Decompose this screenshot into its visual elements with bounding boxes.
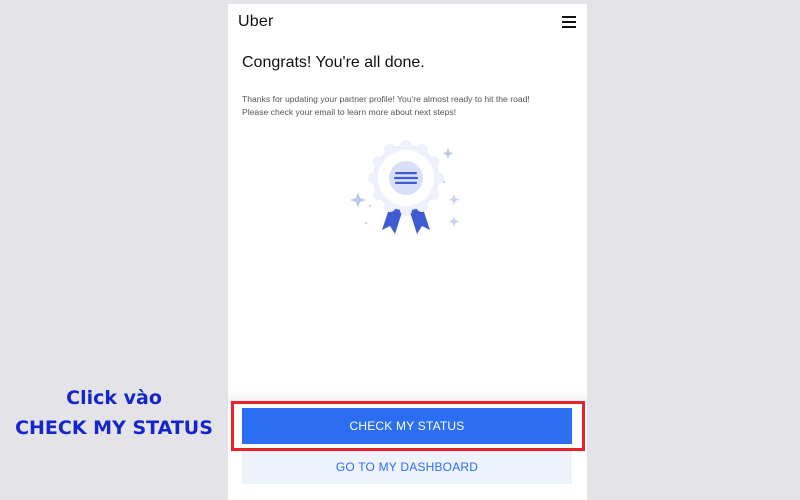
go-to-dashboard-button[interactable]: GO TO MY DASHBOARD [242, 450, 572, 484]
page-title: Congrats! You're all done. [242, 54, 425, 71]
annotation-line-1: Click vào [66, 387, 162, 409]
bottom-divider [228, 389, 587, 403]
check-my-status-button[interactable]: CHECK MY STATUS [242, 408, 572, 444]
description-line-1: Thanks for updating your partner profile… [242, 94, 530, 104]
instruction-annotation: Click vào CHECK MY STATUS [0, 383, 228, 443]
hamburger-menu-icon[interactable] [562, 16, 576, 30]
award-ribbon-icon [350, 140, 459, 234]
uber-logo: Uber [238, 13, 274, 30]
description-text: Thanks for updating your partner profile… [242, 93, 577, 119]
phone-screen: Uber Congrats! You're all done. Thanks f… [228, 4, 587, 500]
description-line-2: Please check your email to learn more ab… [242, 107, 457, 117]
top-bar: Uber [228, 4, 587, 44]
annotation-line-2: CHECK MY STATUS [15, 417, 213, 439]
